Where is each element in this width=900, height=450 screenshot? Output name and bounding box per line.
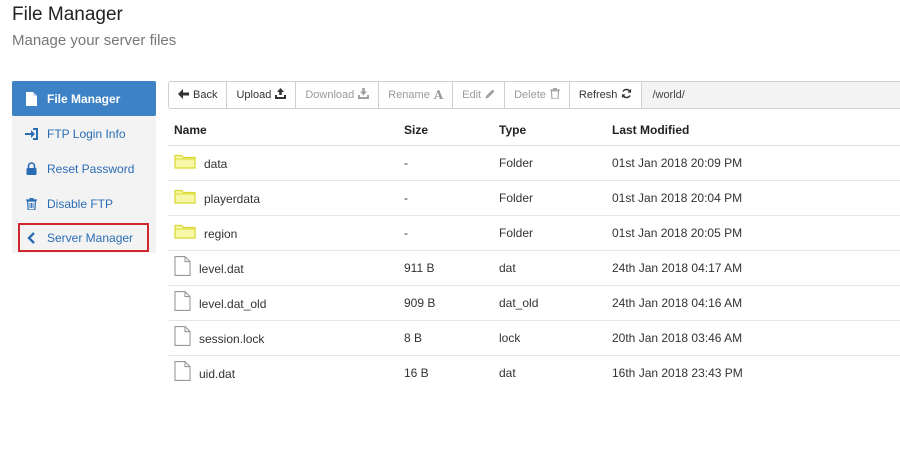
- trash-icon: [549, 88, 560, 102]
- sidebar-item-ftp-login-info[interactable]: FTP Login Info: [12, 116, 156, 151]
- file-name[interactable]: level.dat: [199, 262, 244, 276]
- lock-icon: [24, 162, 38, 176]
- refresh-icon: [621, 88, 632, 102]
- file-size: 16 B: [404, 365, 429, 380]
- file-name[interactable]: region: [204, 227, 237, 241]
- sidebar-item-server-manager[interactable]: Server Manager: [17, 222, 150, 253]
- file-size: 8 B: [398, 320, 493, 356]
- file-icon: [174, 256, 191, 279]
- table-row[interactable]: playerdata - Folder 01st Jan 2018 20:04 …: [168, 180, 900, 216]
- file-name[interactable]: level.dat_old: [199, 297, 266, 311]
- trash-icon: [24, 197, 38, 211]
- file-modified: 24th Jan 2018 04:16 AM: [606, 285, 900, 321]
- sidebar-item-reset-password[interactable]: Reset Password: [12, 151, 156, 186]
- column-header-type[interactable]: Type: [493, 116, 606, 146]
- path-display: /world/: [641, 81, 900, 109]
- refresh-button[interactable]: Refresh: [568, 81, 642, 109]
- download-icon: [358, 88, 370, 102]
- file-size: -: [398, 180, 493, 216]
- file-name[interactable]: uid.dat: [199, 367, 235, 381]
- sidebar: File Manager FTP Login Info Reset Passwo…: [12, 81, 156, 253]
- file-type: dat_old: [493, 285, 606, 321]
- file-modified: 16th Jan 2018 23:43 PM: [612, 365, 743, 380]
- table-row[interactable]: session.lock 8 B lock 20th Jan 2018 03:4…: [168, 320, 900, 356]
- sidebar-item-file-manager[interactable]: File Manager: [12, 81, 156, 116]
- sidebar-item-label: Server Manager: [47, 230, 134, 245]
- folder-icon: [174, 223, 196, 242]
- file-type: Folder: [493, 180, 606, 216]
- file-icon: [24, 91, 38, 106]
- folder-icon: [174, 153, 196, 172]
- file-size: -: [398, 215, 493, 251]
- file-size: 909 B: [398, 285, 493, 321]
- file-icon: [174, 291, 191, 314]
- delete-button[interactable]: Delete: [504, 81, 569, 109]
- page-subtitle: Manage your server files: [12, 32, 177, 49]
- file-modified: 20th Jan 2018 03:46 AM: [606, 320, 900, 356]
- file-type: dat: [499, 365, 516, 380]
- sidebar-item-disable-ftp[interactable]: Disable FTP: [12, 186, 156, 221]
- arrow-left-icon: [178, 88, 189, 102]
- column-header-name[interactable]: Name: [168, 116, 398, 146]
- file-name[interactable]: data: [204, 157, 227, 171]
- file-name[interactable]: playerdata: [204, 192, 260, 206]
- file-modified: 01st Jan 2018 20:04 PM: [606, 180, 900, 216]
- edit-button[interactable]: Edit: [452, 81, 505, 109]
- chevron-left-icon: [24, 231, 38, 245]
- upload-button[interactable]: Upload: [226, 81, 296, 109]
- table-row[interactable]: uid.dat 16 B dat 16th Jan 2018 23:43 PM: [168, 355, 900, 390]
- table-row[interactable]: region - Folder 01st Jan 2018 20:05 PM: [168, 215, 900, 251]
- toolbar: Back Upload Download Rename A Edit Delet…: [168, 81, 900, 109]
- column-header-modified[interactable]: Last Modified: [606, 116, 900, 146]
- file-icon: [174, 326, 191, 349]
- upload-icon: [275, 88, 287, 102]
- table-row[interactable]: level.dat_old 909 B dat_old 24th Jan 201…: [168, 285, 900, 321]
- pencil-icon: [485, 89, 495, 102]
- table-row[interactable]: level.dat 911 B dat 24th Jan 2018 04:17 …: [168, 250, 900, 286]
- file-type: Folder: [493, 215, 606, 251]
- download-button[interactable]: Download: [295, 81, 379, 109]
- file-type: lock: [493, 320, 606, 356]
- file-size: -: [398, 145, 493, 181]
- file-modified: 24th Jan 2018 04:17 AM: [606, 250, 900, 286]
- file-type: Folder: [493, 145, 606, 181]
- table-row[interactable]: data - Folder 01st Jan 2018 20:09 PM: [168, 145, 900, 181]
- file-modified: 01st Jan 2018 20:05 PM: [606, 215, 900, 251]
- sidebar-item-label: Reset Password: [47, 161, 135, 176]
- page-title: File Manager: [12, 4, 123, 25]
- font-icon: A: [433, 88, 444, 102]
- file-type: dat: [493, 250, 606, 286]
- sign-in-icon: [24, 127, 38, 141]
- folder-icon: [174, 188, 196, 207]
- file-modified: 01st Jan 2018 20:09 PM: [606, 145, 900, 181]
- sidebar-item-label: Disable FTP: [47, 196, 114, 211]
- file-size: 911 B: [398, 250, 493, 286]
- rename-button[interactable]: Rename A: [378, 81, 453, 109]
- file-name[interactable]: session.lock: [199, 332, 264, 346]
- back-button[interactable]: Back: [168, 81, 227, 109]
- table-header-row: Name Size Type Last Modified: [168, 116, 900, 146]
- sidebar-item-label: File Manager: [47, 91, 121, 106]
- sidebar-item-label: FTP Login Info: [47, 126, 126, 141]
- column-header-size[interactable]: Size: [398, 116, 493, 146]
- file-icon: [174, 361, 191, 384]
- file-table: Name Size Type Last Modified data - Fold…: [168, 116, 900, 390]
